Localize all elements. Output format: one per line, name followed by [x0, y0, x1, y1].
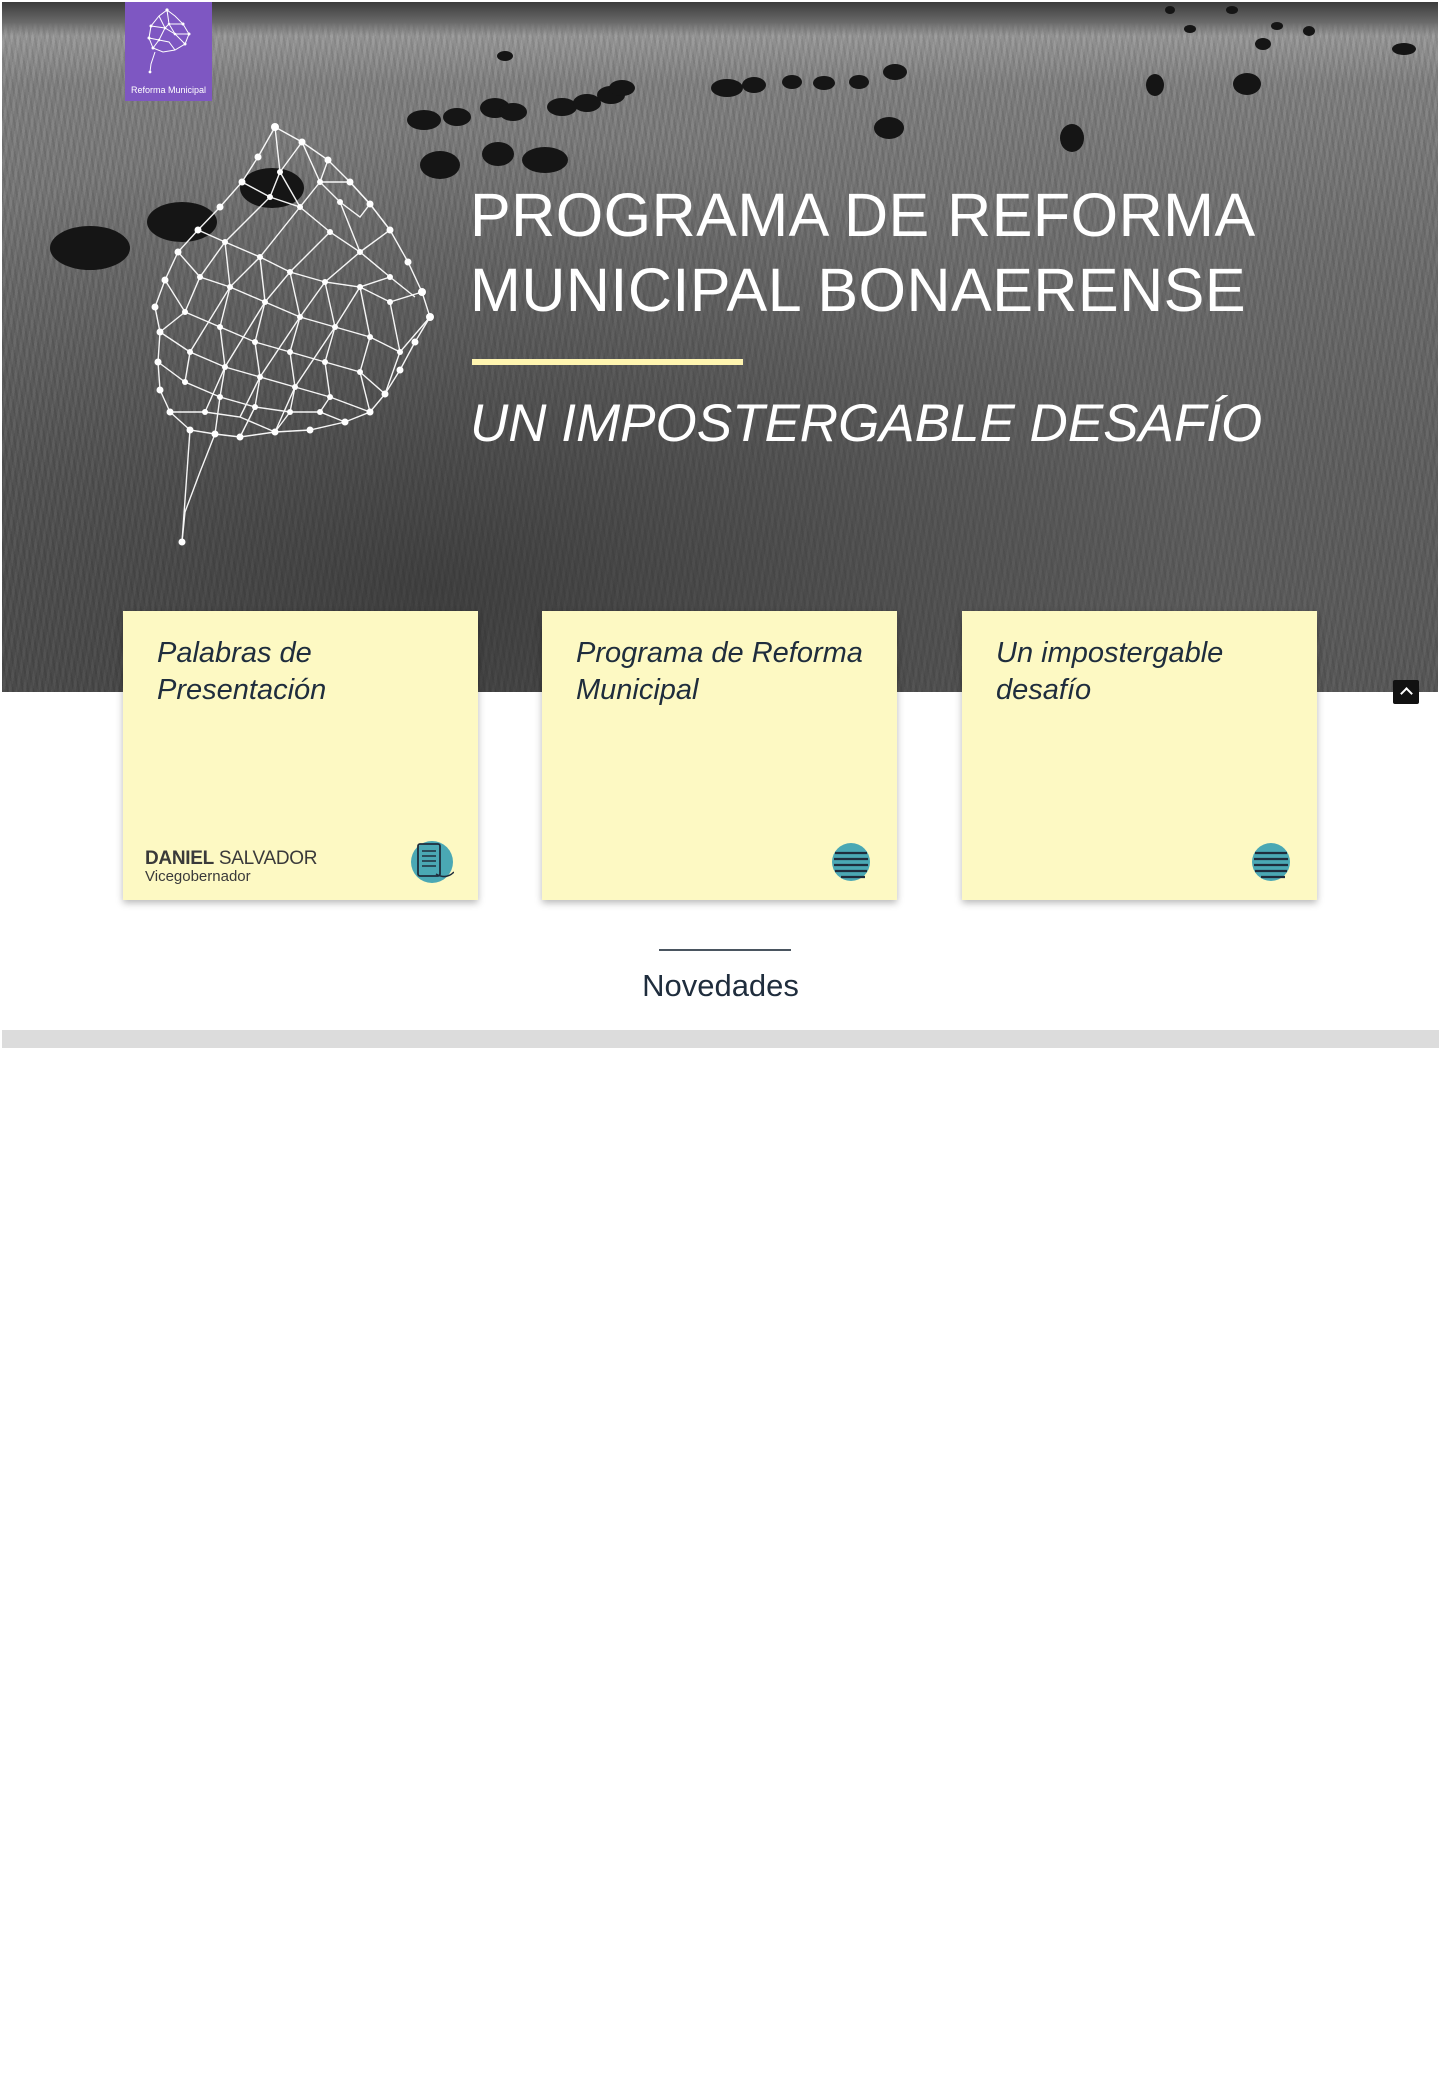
- card-author: DANIEL SALVADOR Vicegobernador: [145, 849, 317, 885]
- author-role: Vicegobernador: [145, 868, 251, 885]
- author-first-name: DANIEL: [145, 848, 214, 869]
- author-last-name: SALVADOR: [213, 848, 318, 869]
- news-section-title: Novedades: [642, 968, 799, 1003]
- hero-title-line-1: PROGRAMA DE REFORMA: [470, 181, 1256, 249]
- card-title: Programa de Reforma Municipal: [576, 637, 863, 706]
- menu-lines-icon[interactable]: [1249, 840, 1293, 884]
- hero-banner: PROGRAMA DE REFORMA MUNICIPAL BONAERENSE …: [2, 2, 1438, 692]
- card-programa-reforma[interactable]: Programa de Reforma Municipal: [542, 611, 897, 900]
- author-name: DANIEL SALVADOR: [145, 849, 317, 869]
- province-map-logo-icon: [147, 8, 191, 74]
- scroll-top-button[interactable]: [1393, 680, 1419, 704]
- card-palabras-presentacion[interactable]: Palabras de Presentación DANIEL SALVADOR…: [123, 611, 478, 900]
- card-title: Palabras de Presentación: [157, 637, 327, 706]
- news-divider: [659, 949, 791, 951]
- province-network-map: [151, 123, 434, 546]
- hero-title-line-2: MUNICIPAL BONAERENSE: [470, 256, 1247, 324]
- logo-text: Reforma Municipal: [130, 85, 207, 95]
- news-content-bar: [2, 1030, 1439, 1048]
- card-impostergable-desafio[interactable]: Un impostergable desafío: [962, 611, 1317, 900]
- hero-subtitle: UN IMPOSTERGABLE DESAFÍO: [470, 394, 1263, 453]
- card-title: Un impostergable desafío: [996, 637, 1224, 706]
- hero-title: PROGRAMA DE REFORMA MUNICIPAL BONAERENSE: [470, 178, 1370, 328]
- menu-lines-icon[interactable]: [829, 840, 873, 884]
- document-icon[interactable]: [410, 840, 454, 884]
- hero-accent-rule: [472, 359, 743, 365]
- site-logo[interactable]: Reforma Municipal: [125, 2, 212, 101]
